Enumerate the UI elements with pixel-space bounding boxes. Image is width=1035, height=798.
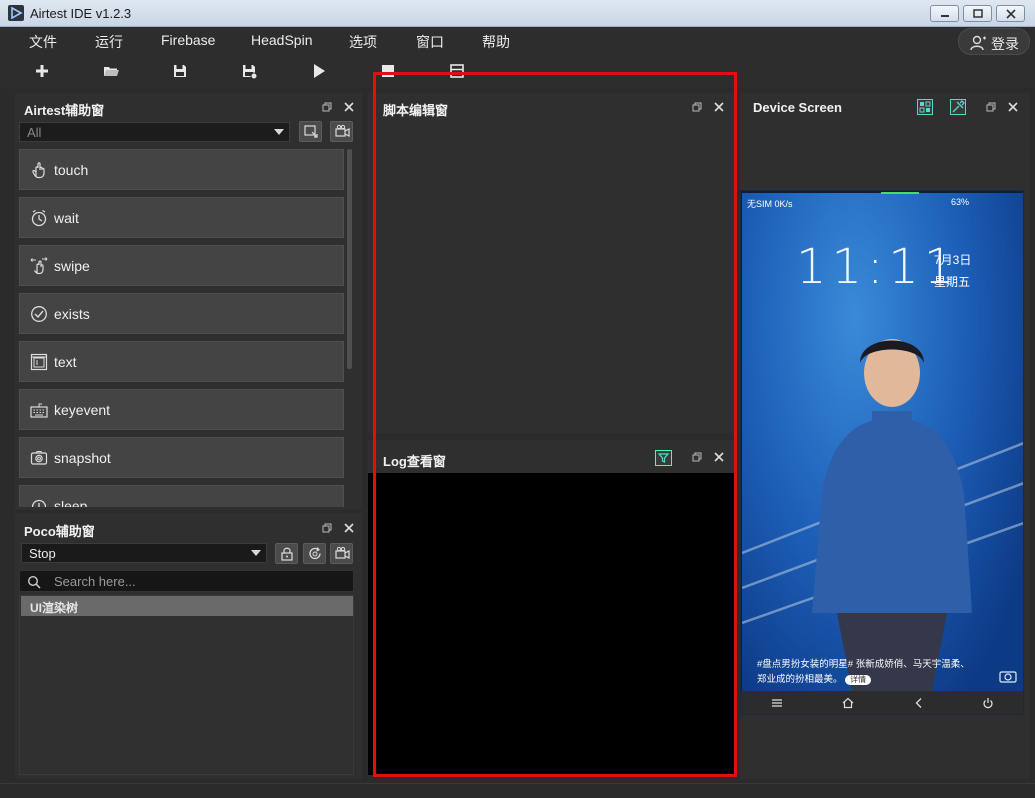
close-panel-icon[interactable] — [1008, 102, 1020, 114]
window-title: Airtest IDE v1.2.3 — [30, 6, 132, 21]
command-sleep[interactable]: sleep — [19, 485, 344, 507]
menu-icon[interactable] — [771, 697, 783, 709]
command-list: touch wait swipe exists text keyevent sn… — [19, 149, 344, 507]
login-label: 登录 — [991, 36, 1019, 52]
caption-line-1: #盘点男扮女装的明星# 张新成娇俏、马天宇温柔、 — [757, 659, 970, 670]
airtest-panel-title: Airtest辅助窗 — [24, 103, 105, 118]
menu-bar: 文件 运行 Firebase HeadSpin 选项 窗口 帮助 登录 — [0, 27, 1035, 55]
menu-file[interactable]: 文件 — [29, 32, 57, 52]
chevron-down-icon — [251, 550, 261, 556]
command-swipe[interactable]: swipe — [19, 245, 344, 286]
text-input-icon — [30, 353, 48, 371]
caption-line-2: 郑业成的扮相最美。 — [757, 674, 843, 685]
command-label: wait — [54, 210, 79, 226]
command-label: swipe — [54, 258, 90, 274]
close-panel-icon[interactable] — [344, 102, 356, 114]
user-icon — [970, 35, 986, 51]
command-filter-select[interactable]: All — [19, 122, 290, 142]
close-window-button[interactable] — [996, 5, 1025, 22]
menu-help[interactable]: 帮助 — [482, 32, 510, 52]
phone-nav-bar — [741, 691, 1023, 714]
command-touch[interactable]: touch — [19, 149, 344, 190]
float-panel-icon[interactable] — [986, 102, 998, 114]
phone-battery: 63% — [951, 197, 970, 207]
power-icon[interactable] — [982, 697, 994, 709]
highlight-box — [373, 72, 737, 777]
run-icon[interactable] — [310, 62, 328, 80]
check-circle-icon — [30, 305, 48, 323]
camera-shortcut-icon[interactable] — [999, 669, 1017, 683]
camera-icon — [30, 449, 48, 467]
device-panel-title: Device Screen — [753, 100, 842, 115]
save-icon[interactable] — [171, 62, 189, 80]
lock-icon — [280, 547, 293, 561]
search-icon — [27, 575, 41, 589]
tree-root-label: UI渲染树 — [30, 601, 79, 615]
command-label: text — [54, 354, 77, 370]
login-button[interactable]: 登录 — [958, 28, 1030, 55]
close-panel-icon[interactable] — [344, 523, 356, 535]
touch-hand-icon — [30, 161, 48, 179]
record-button[interactable] — [330, 121, 353, 142]
save-as-icon[interactable] — [240, 62, 258, 80]
command-label: snapshot — [54, 450, 111, 466]
menu-options[interactable]: 选项 — [349, 32, 377, 52]
swipe-icon — [30, 257, 48, 275]
float-panel-icon[interactable] — [322, 523, 334, 535]
ui-tree: UI渲染树 — [19, 595, 354, 775]
mode-value: Stop — [29, 546, 56, 561]
command-list-scrollbar[interactable] — [347, 149, 352, 369]
device-view-icon[interactable] — [917, 99, 933, 115]
search-input[interactable] — [54, 572, 344, 590]
command-exists[interactable]: exists — [19, 293, 344, 334]
chevron-down-icon — [274, 129, 284, 135]
progress-indicator — [881, 192, 919, 194]
app-logo-icon — [8, 5, 24, 21]
float-panel-icon[interactable] — [322, 102, 334, 114]
lock-button[interactable] — [275, 543, 298, 564]
minimize-button[interactable] — [930, 5, 959, 22]
caption-detail-button[interactable]: 详情 — [845, 675, 872, 685]
lockscreen-weekday: 星期五 — [934, 275, 971, 289]
poco-search — [19, 570, 354, 592]
refresh-icon — [308, 547, 321, 560]
command-label: sleep — [54, 498, 88, 507]
clock-icon — [30, 209, 48, 227]
back-icon[interactable] — [913, 697, 925, 709]
command-text[interactable]: text — [19, 341, 344, 382]
menu-run[interactable]: 运行 — [95, 32, 123, 52]
device-tools-icon[interactable] — [950, 99, 966, 115]
lockscreen-caption: #盘点男扮女装的明星# 张新成娇俏、马天宇温柔、 郑业成的扮相最美。 详情 — [757, 657, 1007, 687]
command-label: touch — [54, 162, 89, 178]
command-wait[interactable]: wait — [19, 197, 344, 238]
poco-record-button[interactable] — [330, 543, 353, 564]
phone-status-left: 无SIM 0K/s — [747, 199, 793, 209]
screenshot-select-button[interactable] — [299, 121, 322, 142]
refresh-button[interactable] — [303, 543, 326, 564]
maximize-button[interactable] — [963, 5, 992, 22]
new-file-icon[interactable] — [33, 62, 51, 80]
poco-mode-select[interactable]: Stop — [21, 543, 267, 563]
sleep-icon — [30, 497, 48, 507]
video-camera-icon — [334, 124, 350, 137]
menu-window[interactable]: 窗口 — [416, 32, 444, 52]
lockscreen-date: 7月3日 — [934, 253, 972, 267]
crop-icon — [303, 125, 318, 138]
command-keyevent[interactable]: keyevent — [19, 389, 344, 430]
title-bar: Airtest IDE v1.2.3 — [0, 0, 1035, 27]
menu-headspin[interactable]: HeadSpin — [251, 32, 313, 48]
filter-value: All — [27, 125, 42, 140]
poco-panel-title: Poco辅助窗 — [24, 524, 95, 539]
command-snapshot[interactable]: snapshot — [19, 437, 344, 478]
device-screen[interactable]: 无SIM 0K/s 63% 11:11 7月3日 星期五 #盘点男扮女装的明星#… — [740, 190, 1024, 715]
video-camera-icon — [334, 546, 350, 559]
home-icon[interactable] — [842, 697, 854, 709]
open-folder-icon[interactable] — [102, 62, 120, 80]
tree-root-item[interactable]: UI渲染树 — [21, 596, 353, 616]
status-bar — [0, 783, 1035, 798]
command-label: exists — [54, 306, 90, 322]
menu-firebase[interactable]: Firebase — [161, 32, 215, 48]
command-label: keyevent — [54, 402, 111, 418]
keyboard-icon — [30, 401, 48, 419]
